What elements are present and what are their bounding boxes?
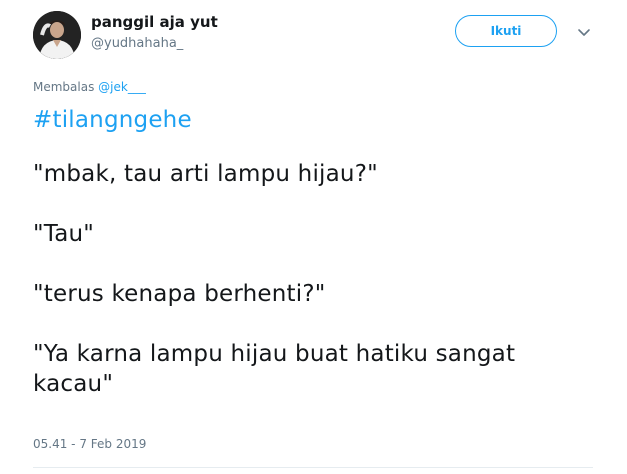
tweet-line: "terus kenapa berhenti?" (33, 281, 326, 307)
reply-prefix: Membalas (33, 80, 99, 94)
avatar-image (33, 11, 81, 59)
tweet-line: "Tau" (33, 221, 95, 247)
follow-button[interactable]: Ikuti (455, 15, 557, 47)
tweet-text: #tilangngehe "mbak, tau arti lampu hijau… (33, 105, 593, 399)
display-name[interactable]: panggil aja yut (91, 13, 218, 31)
divider (33, 467, 593, 468)
timestamp-link[interactable]: 05.41 - 7 Feb 2019 (33, 437, 146, 451)
reply-mention-link[interactable]: @jek___ (98, 80, 146, 94)
chevron-down-icon[interactable] (574, 22, 594, 42)
tweet-line: "mbak, tau arti lampu hijau?" (33, 161, 378, 187)
reply-context: Membalas @jek___ (33, 80, 146, 94)
hashtag-link[interactable]: #tilangngehe (33, 105, 593, 135)
avatar[interactable] (33, 11, 81, 59)
tweet-line: "Ya karna lampu hijau buat hatiku sangat… (33, 341, 516, 397)
user-handle[interactable]: @yudhahaha_ (91, 36, 183, 51)
